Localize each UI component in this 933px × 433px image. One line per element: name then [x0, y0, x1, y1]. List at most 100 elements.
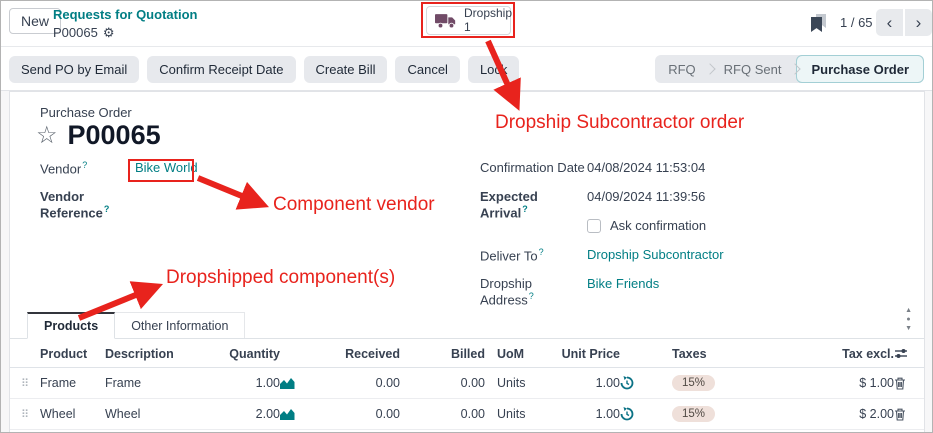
cell-billed[interactable]: 0.00: [400, 376, 485, 390]
breadcrumb-link-rfq[interactable]: Requests for Quotation: [53, 6, 197, 24]
delete-row-icon[interactable]: [894, 408, 924, 421]
header-product[interactable]: Product: [40, 347, 105, 361]
help-icon: ?: [82, 160, 87, 170]
cell-taxes[interactable]: 15%: [652, 406, 747, 422]
delete-row-icon[interactable]: [894, 377, 924, 390]
tax-tag[interactable]: 15%: [672, 406, 715, 422]
left-field-column: Vendor? Bike World Vendor Reference?: [40, 160, 460, 218]
deliver-to-value-link[interactable]: Dropship Subcontractor: [587, 247, 724, 262]
scroll-dot-icon: ●: [906, 316, 910, 324]
cell-billed[interactable]: 0.00: [400, 407, 485, 421]
header-billed[interactable]: Billed: [400, 347, 485, 361]
vendor-value-link[interactable]: Bike World: [135, 160, 198, 175]
table-row[interactable]: ⠿ Frame Frame 1.00 0.00 0.00 Units 1.00 …: [10, 368, 924, 399]
forecast-chart-icon[interactable]: [280, 378, 312, 389]
status-step-rfq-sent[interactable]: RFQ Sent: [711, 55, 795, 83]
confirmation-date-row: Confirmation Date 04/08/2024 11:53:04: [480, 160, 910, 189]
truck-icon: [435, 13, 457, 29]
vendor-field-row: Vendor? Bike World: [40, 160, 460, 189]
page-title: P00065: [68, 120, 161, 151]
cell-uom[interactable]: Units: [485, 407, 550, 421]
cell-quantity[interactable]: 1.00: [220, 376, 280, 390]
optional-columns-icon[interactable]: [894, 347, 924, 360]
ask-confirmation-row: Ask confirmation: [480, 218, 910, 247]
confirm-receipt-date-button[interactable]: Confirm Receipt Date: [147, 56, 295, 83]
favorite-star-icon[interactable]: ☆: [36, 124, 58, 148]
cell-unit-price[interactable]: 1.00: [550, 376, 620, 390]
header-received[interactable]: Received: [312, 347, 400, 361]
drag-handle-icon[interactable]: ⠿: [10, 408, 40, 421]
header-tax-excl[interactable]: Tax excl.: [747, 347, 894, 361]
help-icon: ?: [522, 204, 528, 214]
expected-arrival-label: Expected Arrival?: [480, 189, 587, 220]
forecast-chart-icon[interactable]: [280, 409, 312, 420]
header-description[interactable]: Description: [105, 347, 220, 361]
table-row[interactable]: ⠿ Wheel Wheel 2.00 0.00 0.00 Units 1.00 …: [10, 399, 924, 430]
create-bill-button[interactable]: Create Bill: [304, 56, 388, 83]
header-uom[interactable]: UoM: [485, 347, 550, 361]
title-row: ☆ P00065: [36, 120, 161, 151]
vendor-label: Vendor?: [40, 160, 135, 176]
scroll-down-icon[interactable]: ▼: [905, 325, 912, 333]
confirmation-date-value[interactable]: 04/08/2024 11:53:04: [587, 160, 705, 175]
sheet-region: Purchase Order ☆ P00065 Vendor? Bike Wor…: [1, 91, 932, 432]
cell-uom[interactable]: Units: [485, 376, 550, 390]
document-type-label: Purchase Order: [40, 105, 132, 120]
help-icon: ?: [529, 291, 534, 301]
deliver-to-label: Deliver To?: [480, 247, 587, 263]
dropship-button-count: 1: [464, 21, 512, 34]
next-record-button[interactable]: ›: [905, 9, 932, 36]
dropship-address-row: Dropship Address? Bike Friends: [480, 276, 910, 305]
breadcrumb-record-name: P00065: [53, 24, 98, 42]
header-quantity[interactable]: Quantity: [220, 347, 280, 361]
expected-arrival-value[interactable]: 04/09/2024 11:39:56: [587, 189, 705, 204]
lock-button[interactable]: Lock: [468, 56, 519, 83]
dropship-button-text: Dropship 1: [464, 7, 512, 33]
bookmark-icon-front: [811, 17, 822, 32]
cell-description[interactable]: Frame: [105, 376, 220, 390]
price-history-icon[interactable]: [620, 376, 652, 390]
table-header-row: Product Description Quantity Received Bi…: [10, 340, 924, 368]
scroll-up-icon[interactable]: ▲: [905, 307, 912, 315]
purchase-order-page: New Requests for Quotation P00065 ⚙ Drop…: [0, 0, 933, 433]
record-pager-count: 1 / 65: [840, 15, 873, 30]
cell-received[interactable]: 0.00: [312, 407, 400, 421]
cell-product[interactable]: Frame: [40, 376, 105, 390]
cancel-button[interactable]: Cancel: [395, 56, 459, 83]
cell-product[interactable]: Wheel: [40, 407, 105, 421]
tax-tag[interactable]: 15%: [672, 375, 715, 391]
previous-record-button[interactable]: ‹: [876, 9, 903, 36]
cell-taxes[interactable]: 15%: [652, 375, 747, 391]
send-po-by-email-button[interactable]: Send PO by Email: [9, 56, 139, 83]
list-scroll-pager: ▲ ● ▼: [905, 307, 912, 333]
status-step-purchase-order[interactable]: Purchase Order: [796, 55, 924, 83]
vendor-reference-field-row: Vendor Reference?: [40, 189, 460, 218]
status-step-rfq[interactable]: RFQ: [655, 55, 708, 83]
gear-icon[interactable]: ⚙: [103, 24, 115, 42]
action-bar: Send PO by Email Confirm Receipt Date Cr…: [1, 48, 932, 91]
drag-handle-icon[interactable]: ⠿: [10, 377, 40, 390]
cell-subtotal: $ 1.00: [747, 376, 894, 390]
order-lines-table: Product Description Quantity Received Bi…: [10, 340, 924, 430]
header-unit-price[interactable]: Unit Price: [550, 347, 620, 361]
tab-products[interactable]: Products: [27, 312, 115, 339]
header-taxes[interactable]: Taxes: [652, 347, 747, 361]
bookmark-icon[interactable]: [811, 14, 829, 33]
dropship-smart-button[interactable]: Dropship 1: [426, 6, 511, 35]
dropship-address-value-link[interactable]: Bike Friends: [587, 276, 659, 291]
tab-other-information[interactable]: Other Information: [115, 312, 245, 338]
confirmation-date-label: Confirmation Date: [480, 160, 587, 175]
top-navbar: New Requests for Quotation P00065 ⚙ Drop…: [1, 1, 932, 47]
dropship-address-label: Dropship Address?: [480, 276, 587, 307]
ask-confirmation-label: Ask confirmation: [610, 218, 706, 233]
ask-confirmation-checkbox[interactable]: [587, 219, 601, 233]
cell-description[interactable]: Wheel: [105, 407, 220, 421]
breadcrumb: Requests for Quotation P00065 ⚙: [53, 6, 197, 41]
breadcrumb-record: P00065 ⚙: [53, 24, 197, 42]
help-icon: ?: [539, 247, 544, 257]
cell-unit-price[interactable]: 1.00: [550, 407, 620, 421]
right-field-column: Confirmation Date 04/08/2024 11:53:04 Ex…: [480, 160, 910, 305]
cell-received[interactable]: 0.00: [312, 376, 400, 390]
price-history-icon[interactable]: [620, 407, 652, 421]
cell-quantity[interactable]: 2.00: [220, 407, 280, 421]
